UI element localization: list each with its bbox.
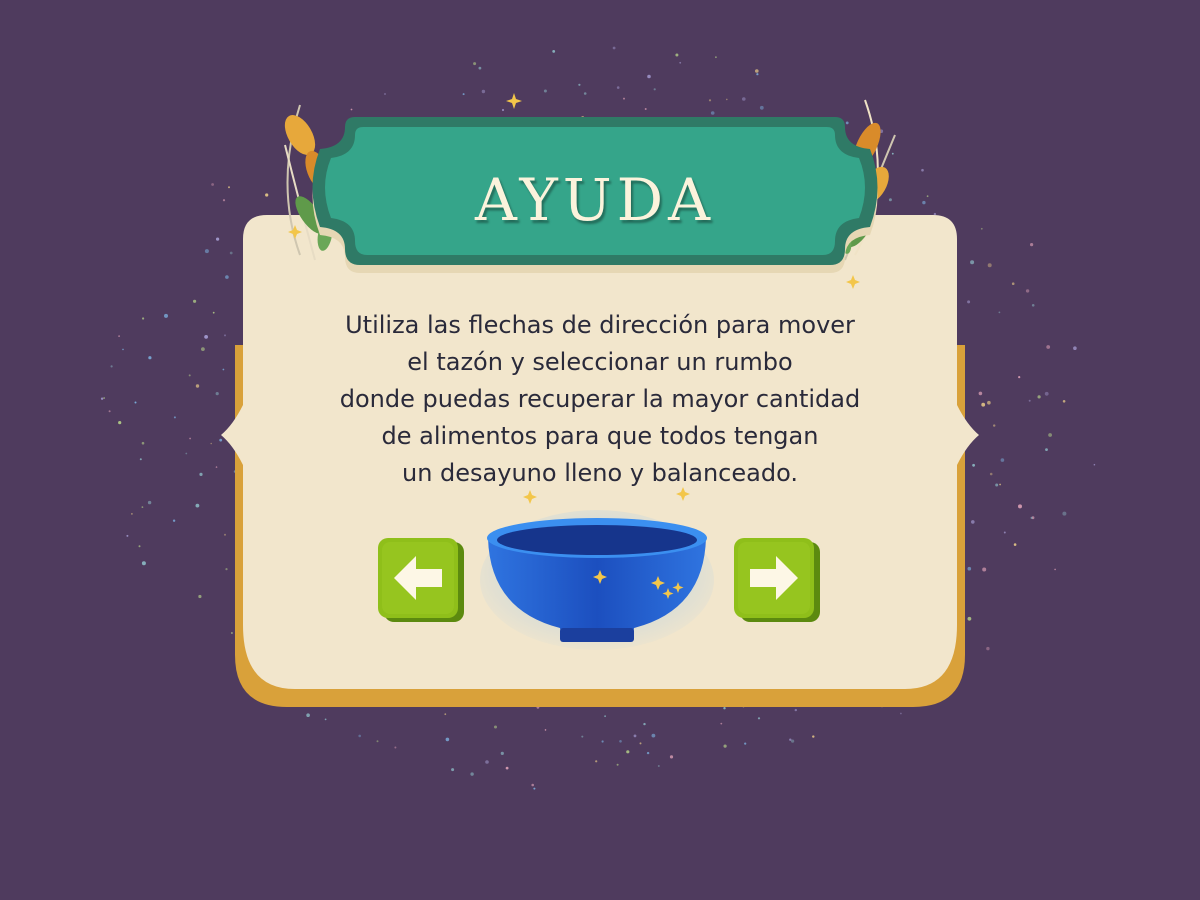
instruction-line: donde puedas recuperar la mayor cantidad	[339, 385, 861, 413]
dialog-title: AYUDA	[474, 166, 716, 234]
right-arrow-button[interactable]	[734, 538, 822, 624]
left-arrow-button[interactable]	[378, 538, 466, 624]
instruction-line: de alimentos para que todos tengan	[381, 422, 819, 450]
bowl-player[interactable]	[480, 510, 715, 650]
help-dialog: AYUDA Utiliza las flechas de dirección p…	[205, 85, 995, 715]
instruction-line: Utiliza las flechas de dirección para mo…	[345, 311, 855, 339]
instruction-line: el tazón y seleccionar un rumbo	[407, 348, 793, 376]
bowl-icon	[480, 510, 714, 650]
instruction-line: un desayuno lleno y balanceado.	[402, 459, 798, 487]
instructions-text: Utiliza las flechas de dirección para mo…	[245, 307, 955, 492]
